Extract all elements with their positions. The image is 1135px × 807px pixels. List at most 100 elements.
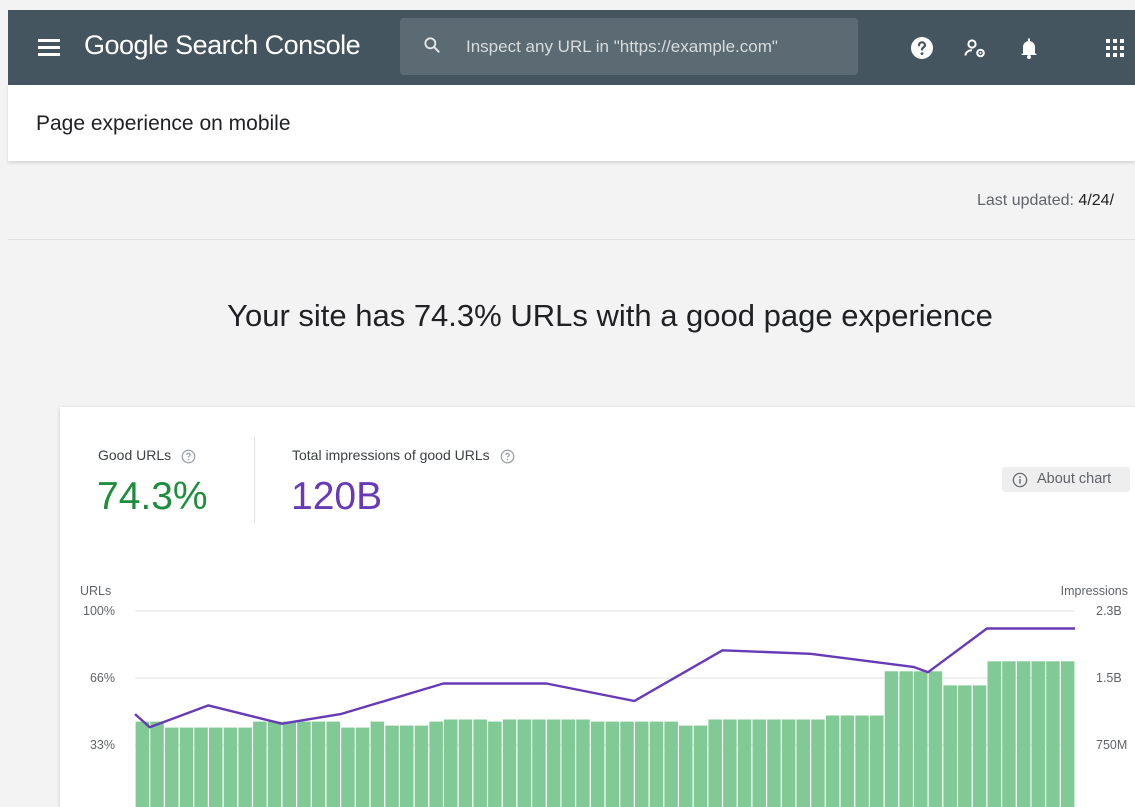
chart-bar[interactable] — [473, 720, 487, 807]
chart-bar[interactable] — [738, 720, 752, 807]
chart-bar[interactable] — [488, 722, 502, 807]
right-tick-label: 1.5B — [1096, 671, 1122, 685]
chart-bar[interactable] — [444, 720, 458, 807]
help-icon[interactable] — [910, 36, 934, 60]
chart-bar[interactable] — [562, 720, 576, 807]
chart-bar[interactable] — [238, 728, 252, 807]
chart-bar[interactable] — [1061, 661, 1075, 807]
last-updated-label: Last updated: — [977, 192, 1074, 209]
chart-bar[interactable] — [723, 720, 737, 807]
page-header: Page experience on mobile — [8, 85, 1135, 161]
chart-bar[interactable] — [650, 722, 664, 807]
chart-bar[interactable] — [518, 720, 532, 807]
chart-bar[interactable] — [782, 720, 796, 807]
info-icon — [1012, 472, 1028, 488]
chart-bar[interactable] — [297, 722, 311, 807]
left-axis-title: URLs — [80, 584, 111, 598]
chart-bar[interactable] — [973, 685, 987, 807]
chart-bar[interactable] — [180, 728, 194, 807]
chart-bar[interactable] — [385, 726, 399, 807]
chart-bar[interactable] — [1032, 661, 1046, 807]
chart-bar[interactable] — [136, 722, 150, 807]
summary-headline: Your site has 74.3% URLs with a good pag… — [0, 298, 1135, 334]
chart-bar[interactable] — [826, 716, 840, 807]
chart-bar[interactable] — [988, 661, 1002, 807]
chart-bar[interactable] — [591, 722, 605, 807]
bar-series — [136, 661, 1075, 807]
chart-bar[interactable] — [356, 728, 370, 807]
impressions-value: 120B — [291, 475, 382, 519]
chart-bar[interactable] — [664, 722, 678, 807]
chart-bar[interactable] — [914, 671, 928, 807]
chart-bar[interactable] — [708, 720, 722, 807]
chart-bar[interactable] — [797, 720, 811, 807]
last-updated-value: 4/24/ — [1078, 192, 1114, 209]
chart-bar[interactable] — [606, 722, 620, 807]
notifications-icon[interactable] — [1017, 36, 1041, 60]
right-axis-title: Impressions — [1061, 584, 1128, 598]
chart-bar[interactable] — [253, 722, 267, 807]
chart-bar[interactable] — [694, 726, 708, 807]
chart-bar[interactable] — [532, 720, 546, 807]
metric-divider — [254, 437, 255, 523]
impressions-metric[interactable]: Total impressions of good URLs — [292, 447, 515, 464]
chart-bar[interactable] — [958, 685, 972, 807]
impressions-label: Total impressions of good URLs — [292, 447, 490, 463]
chart-bar[interactable] — [811, 720, 825, 807]
menu-icon[interactable] — [38, 37, 60, 57]
chart-bar[interactable] — [943, 685, 957, 807]
chart-bar[interactable] — [268, 722, 282, 807]
chart-bar[interactable] — [429, 722, 443, 807]
last-updated: Last updated: 4/24/ — [977, 192, 1114, 210]
chart-bar[interactable] — [327, 722, 341, 807]
good-urls-label: Good URLs — [98, 447, 171, 463]
about-chart-label: About chart — [1037, 471, 1111, 487]
chart-bar[interactable] — [767, 720, 781, 807]
last-updated-bar: Last updated: 4/24/ — [8, 163, 1135, 240]
chart-bar[interactable] — [341, 728, 355, 807]
chart-bar[interactable] — [635, 722, 649, 807]
chart-bar[interactable] — [885, 671, 899, 807]
chart-bar[interactable] — [855, 716, 869, 807]
right-tick-label: 750M — [1096, 738, 1127, 752]
good-urls-metric[interactable]: Good URLs — [98, 447, 196, 464]
chart-bar[interactable] — [1002, 661, 1016, 807]
chart-bar[interactable] — [753, 720, 767, 807]
chart-bar[interactable] — [312, 722, 326, 807]
page-experience-chart: URLs Impressions 100%2.3B66%1.5B33%750M — [60, 567, 1135, 807]
admin-settings-icon[interactable] — [963, 36, 987, 60]
chart-bar[interactable] — [899, 671, 913, 807]
chart-bar[interactable] — [165, 728, 179, 807]
chart-bar[interactable] — [150, 722, 164, 807]
chart-bar[interactable] — [283, 722, 297, 807]
help-circle-icon[interactable] — [181, 449, 196, 464]
page-title: Page experience on mobile — [36, 112, 291, 136]
chart-bar[interactable] — [503, 720, 517, 807]
chart-bar[interactable] — [371, 722, 385, 807]
app-title[interactable]: Google Search Console — [84, 30, 360, 61]
url-inspection-search[interactable] — [400, 18, 858, 75]
chart-bar[interactable] — [224, 728, 238, 807]
chart-bar[interactable] — [459, 720, 473, 807]
chart-bar[interactable] — [547, 720, 561, 807]
chart-bar[interactable] — [679, 726, 693, 807]
chart-bar[interactable] — [194, 728, 208, 807]
chart-bar[interactable] — [209, 728, 223, 807]
chart-bar[interactable] — [415, 726, 429, 807]
left-tick-label: 33% — [90, 738, 115, 752]
chart-bar[interactable] — [1046, 661, 1060, 807]
chart-bar[interactable] — [620, 722, 634, 807]
chart-bar[interactable] — [400, 726, 414, 807]
chart-bar[interactable] — [576, 720, 590, 807]
apps-icon[interactable] — [1103, 36, 1127, 60]
left-tick-label: 66% — [90, 671, 115, 685]
search-icon — [422, 35, 442, 55]
app-bar: Google Search Console — [8, 10, 1135, 85]
chart-bar[interactable] — [841, 716, 855, 807]
help-circle-icon[interactable] — [500, 449, 515, 464]
chart-bar[interactable] — [1017, 661, 1031, 807]
chart-bar[interactable] — [870, 716, 884, 807]
search-input[interactable] — [464, 32, 848, 62]
about-chart-button[interactable]: About chart — [1002, 467, 1130, 492]
chart-bar[interactable] — [929, 671, 943, 807]
